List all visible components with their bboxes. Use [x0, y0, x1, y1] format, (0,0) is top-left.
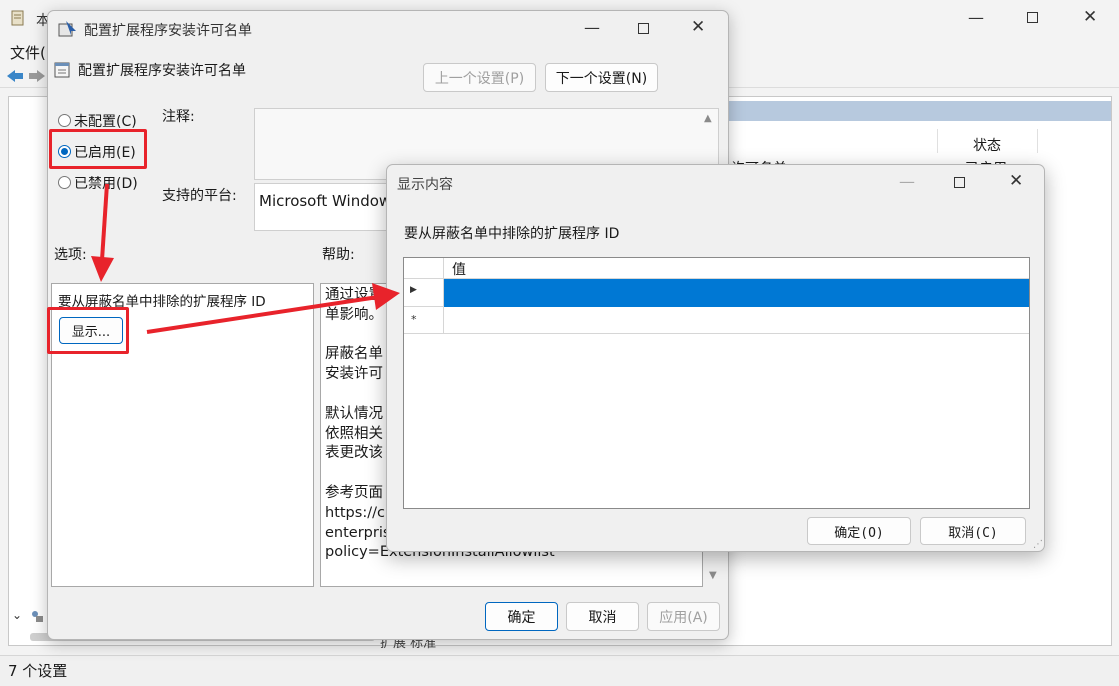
arrow-right-icon: [146, 283, 400, 334]
arrow-down-icon: [91, 183, 114, 282]
annotation-arrows: [91, 183, 400, 334]
